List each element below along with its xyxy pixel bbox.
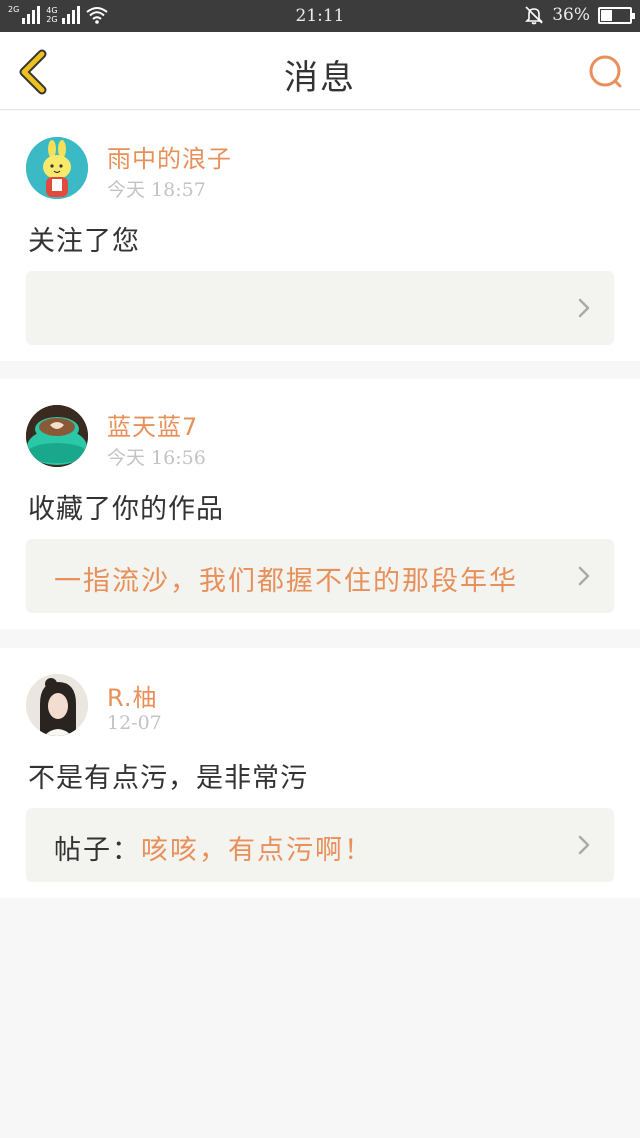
message-action: 不是有点污，是非常污: [28, 763, 308, 794]
chevron-right-icon: [578, 835, 590, 855]
username[interactable]: 蓝天蓝7: [107, 407, 198, 442]
avatar-girl-image: [26, 674, 88, 736]
battery-icon: [598, 6, 635, 24]
reference-box[interactable]: 帖子：咳咳，有点污啊！: [26, 808, 614, 882]
chevron-right-icon: [578, 298, 590, 318]
battery-level: [601, 9, 612, 21]
message-card[interactable]: 雨中的浪子 今天 18:57 关注了您: [0, 111, 640, 361]
reference-text: 帖子：咳咳，有点污啊！: [54, 828, 373, 867]
battery-percent: 36%: [552, 5, 590, 25]
message-card[interactable]: 蓝天蓝7 今天 16:56 收藏了你的作品 一指流沙，我们都握不住的那段年华: [0, 379, 640, 629]
message-time: 今天 16:56: [107, 447, 206, 469]
avatar[interactable]: [26, 405, 88, 467]
message-card[interactable]: R.柚 12-07 不是有点污，是非常污 帖子：咳咳，有点污啊！: [0, 648, 640, 898]
reference-title: 一指流沙，我们都握不住的那段年华: [54, 566, 518, 597]
avatar[interactable]: [26, 137, 88, 199]
reference-title: 咳咳，有点污啊！: [141, 835, 373, 866]
message-time: 12-07: [107, 712, 162, 734]
username[interactable]: R.柚: [107, 678, 157, 713]
message-time: 今天 18:57: [107, 179, 206, 201]
avatar-coffee-image: [26, 405, 88, 467]
reference-box[interactable]: 一指流沙，我们都握不住的那段年华: [26, 539, 614, 613]
page-title: 消息: [284, 58, 356, 98]
avatar-rabbit-image: [26, 137, 88, 199]
app-header: 消息: [0, 32, 640, 110]
avatar[interactable]: [26, 674, 88, 736]
search-button[interactable]: [586, 52, 626, 92]
status-bar: 2G 4G 2G 21:11 36%: [0, 0, 640, 32]
message-action: 关注了您: [28, 226, 140, 257]
reference-text: 一指流沙，我们都握不住的那段年华: [54, 559, 518, 598]
username[interactable]: 雨中的浪子: [107, 139, 232, 174]
reference-box[interactable]: [26, 271, 614, 345]
chevron-right-icon: [578, 566, 590, 586]
search-icon: [589, 55, 622, 88]
message-action: 收藏了你的作品: [28, 494, 224, 525]
bell-muted-icon: [525, 6, 544, 25]
reference-prefix: 帖子：: [54, 835, 141, 866]
